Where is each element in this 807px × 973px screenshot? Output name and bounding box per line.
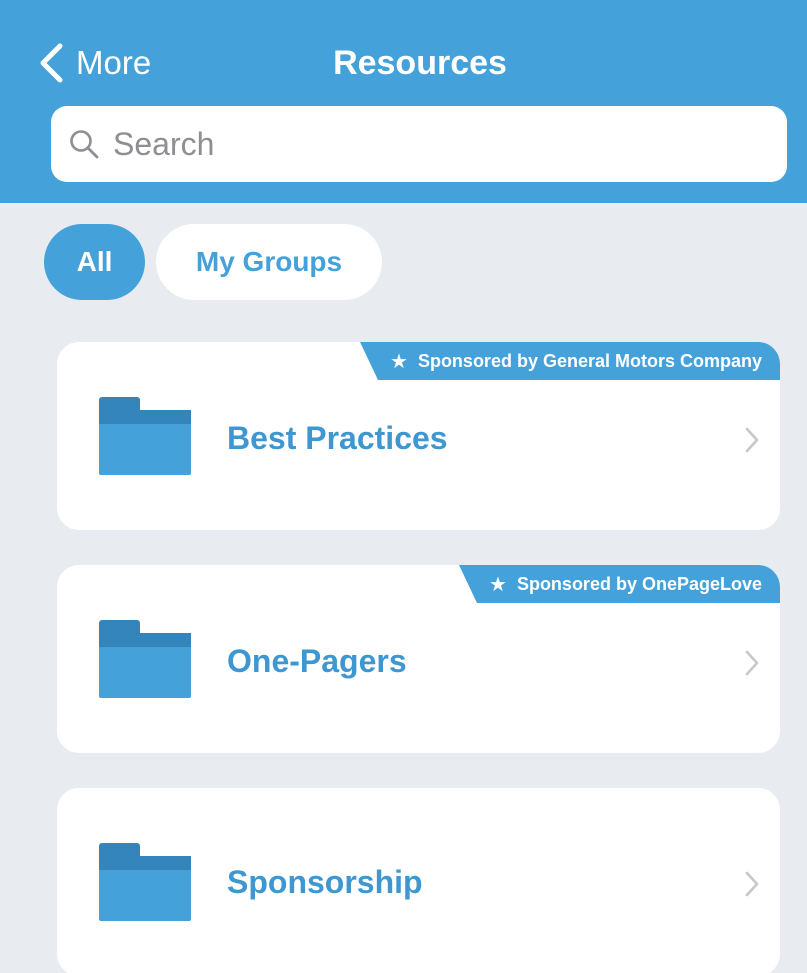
folder-row[interactable]: ★ Sponsored by General Motors Company Be… <box>57 342 780 530</box>
search-input[interactable] <box>113 125 733 163</box>
nav-header: More Resources <box>0 0 807 203</box>
folder-icon <box>99 397 191 475</box>
search-icon <box>70 130 99 159</box>
folder-icon <box>99 620 191 698</box>
sponsor-label: Sponsored by OnePageLove <box>516 573 762 594</box>
filter-all-button[interactable]: All <box>44 224 145 300</box>
star-icon: ★ <box>489 573 507 596</box>
folder-icon <box>99 843 191 921</box>
folder-label: Best Practices <box>227 419 448 456</box>
folder-row[interactable]: ★ Sponsored by OnePageLove One-Pagers <box>57 565 780 753</box>
chevron-right-icon <box>745 650 759 676</box>
folder-label: One-Pagers <box>227 642 407 679</box>
filter-my-groups-button[interactable]: My Groups <box>156 224 382 300</box>
page-title: Resources <box>333 44 507 82</box>
chevron-right-icon <box>745 871 759 897</box>
sponsor-badge: ★ Sponsored by OnePageLove <box>459 565 780 603</box>
sponsor-label: Sponsored by General Motors Company <box>417 350 762 371</box>
search-bar[interactable] <box>51 106 787 182</box>
folder-label: Sponsorship <box>227 863 423 900</box>
chevron-right-icon <box>745 427 759 453</box>
folder-row[interactable]: Sponsorship <box>57 788 780 973</box>
